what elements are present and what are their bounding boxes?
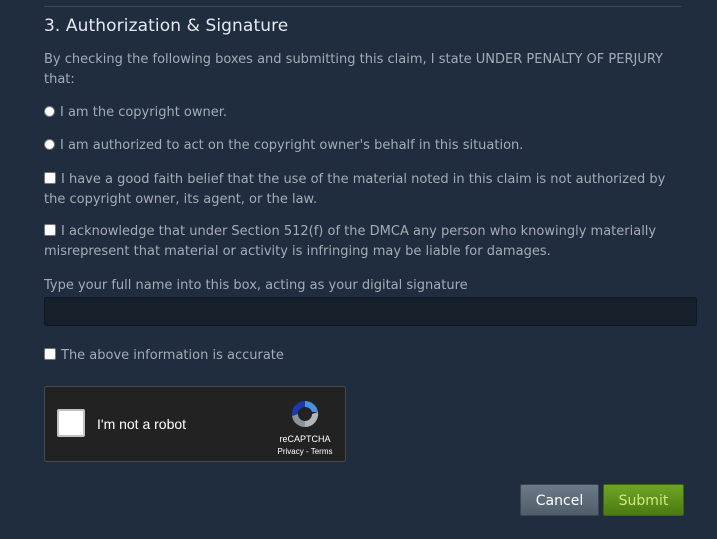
authorized-agent-label: I am authorized to act on the copyright … [60,138,524,153]
cancel-button[interactable]: Cancel [520,484,599,516]
option-good-faith[interactable]: I have a good faith belief that the use … [44,170,684,210]
option-dmca-acknowledge[interactable]: I acknowledge that under Section 512(f) … [44,222,684,262]
recaptcha-privacy-terms-links[interactable]: Privacy - Terms [273,447,337,456]
option-copyright-owner[interactable]: I am the copyright owner. [44,103,684,123]
recaptcha-brand: reCAPTCHA [279,434,331,444]
section-title: 3. Authorization & Signature [44,16,289,36]
signature-label: Type your full name into this box, actin… [44,278,468,293]
signature-input[interactable] [44,297,697,326]
dmca-acknowledge-label: I acknowledge that under Section 512(f) … [44,224,657,259]
recaptcha-checkbox[interactable] [57,409,85,437]
submit-button[interactable]: Submit [603,484,684,516]
section-divider [44,6,681,7]
dmca-acknowledge-checkbox[interactable] [44,224,56,236]
authorized-agent-radio[interactable] [44,139,55,150]
info-accurate-checkbox[interactable] [44,348,56,360]
recaptcha-widget: I'm not a robot reCAPTCHA Privacy - Term… [44,386,346,462]
good-faith-label: I have a good faith belief that the use … [44,172,666,207]
copyright-owner-radio[interactable] [44,106,55,117]
option-authorized-agent[interactable]: I am authorized to act on the copyright … [44,136,684,156]
good-faith-checkbox[interactable] [44,172,56,184]
recaptcha-logo-icon [291,400,319,428]
option-info-accurate[interactable]: The above information is accurate [44,346,684,366]
recaptcha-label: I'm not a robot [97,416,187,432]
perjury-statement: By checking the following boxes and subm… [44,52,663,87]
copyright-owner-label: I am the copyright owner. [60,105,228,120]
info-accurate-label: The above information is accurate [61,348,284,363]
